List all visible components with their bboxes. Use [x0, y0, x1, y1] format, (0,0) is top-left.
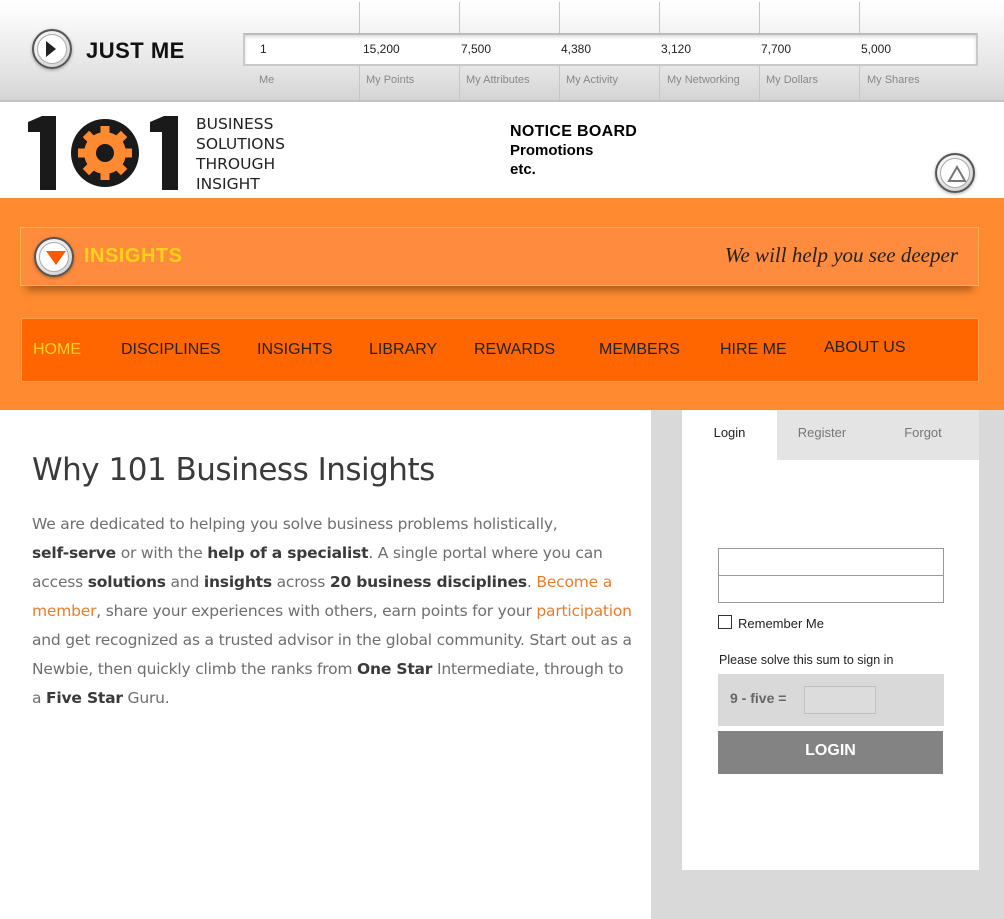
- text: across: [271, 573, 330, 591]
- nav-insights[interactable]: INSIGHTS: [257, 341, 333, 359]
- stat-shares-value: 5,000: [861, 42, 892, 56]
- triangle-down-icon: [46, 251, 66, 265]
- emphasis: Five Star: [46, 689, 123, 707]
- stat-me-label[interactable]: Me: [259, 74, 274, 86]
- login-card: Login Register Forgot Remember Me Please…: [682, 410, 979, 870]
- captcha-answer-input[interactable]: [804, 686, 876, 714]
- logo-band: BUSINESS SOLUTIONS THROUGH INSIGHT NOTIC…: [0, 104, 1004, 198]
- stat-divider: [659, 66, 660, 100]
- stat-points-label[interactable]: My Points: [366, 74, 414, 86]
- tab-login[interactable]: Login: [682, 410, 777, 460]
- play-icon: [46, 41, 56, 57]
- text: , share your experiences with others, ea…: [96, 602, 537, 620]
- username-field[interactable]: [718, 548, 944, 576]
- stats-header: JUST ME 1 15,200 7,500 4,380 3,120 7,700…: [0, 0, 1004, 102]
- stat-me-value: 1: [260, 42, 267, 56]
- logo-101[interactable]: [28, 116, 182, 190]
- stat-dollars-value: 7,700: [761, 42, 792, 56]
- emphasis: help of a specialist: [207, 544, 369, 562]
- stat-shares-label[interactable]: My Shares: [867, 74, 920, 86]
- nav-library[interactable]: LIBRARY: [369, 341, 437, 359]
- stat-activity-label[interactable]: My Activity: [566, 74, 618, 86]
- stat-dollars-label[interactable]: My Dollars: [766, 74, 818, 86]
- text: .: [526, 573, 537, 591]
- stat-points-value: 15,200: [363, 42, 400, 56]
- notice-board-line: Promotions: [510, 142, 594, 159]
- captcha-box: 9 - five =: [718, 674, 944, 726]
- notice-board-line: etc.: [510, 161, 536, 178]
- stat-attributes-value: 7,500: [461, 42, 492, 56]
- emphasis: insights: [203, 573, 272, 591]
- insights-tagline: We will help you see deeper: [724, 243, 958, 267]
- insights-bar: INSIGHTS We will help you see deeper: [20, 227, 979, 286]
- nav-about-us[interactable]: ABOUT US: [824, 339, 906, 357]
- stat-networking-label[interactable]: My Networking: [667, 74, 740, 86]
- password-field[interactable]: [718, 575, 944, 603]
- intro-paragraph: We are dedicated to helping you solve bu…: [32, 510, 632, 713]
- nav-rewards[interactable]: REWARDS: [474, 341, 555, 359]
- orange-banner: INSIGHTS We will help you see deeper HOM…: [0, 198, 1004, 410]
- tagline-line: THROUGH: [196, 155, 276, 173]
- text: We are dedicated to helping you solve bu…: [32, 515, 558, 533]
- login-button[interactable]: LOGIN: [718, 731, 943, 774]
- stat-divider: [359, 2, 360, 33]
- tab-register[interactable]: Register: [777, 410, 867, 460]
- text: and: [165, 573, 204, 591]
- main-nav: HOME DISCIPLINES INSIGHTS LIBRARY REWARD…: [21, 318, 979, 382]
- login-sidebar: Login Register Forgot Remember Me Please…: [651, 410, 1004, 919]
- stat-divider: [659, 2, 660, 33]
- stat-divider: [459, 66, 460, 100]
- insights-title: INSIGHTS: [84, 245, 183, 267]
- remember-me-row[interactable]: Remember Me: [718, 615, 824, 631]
- stat-divider: [559, 2, 560, 33]
- remember-me-checkbox[interactable]: [718, 615, 732, 629]
- notice-board-title: NOTICE BOARD: [510, 123, 638, 140]
- stat-divider: [359, 66, 360, 100]
- page-title: Why 101 Business Insights: [32, 452, 435, 488]
- nav-hire-me[interactable]: HIRE ME: [720, 341, 787, 359]
- participation-link[interactable]: participation: [536, 602, 632, 620]
- stat-activity-value: 4,380: [561, 42, 592, 56]
- just-me-title: JUST ME: [86, 38, 185, 63]
- stat-divider: [559, 66, 560, 100]
- text: or with the: [115, 544, 208, 562]
- tab-forgot[interactable]: Forgot: [867, 410, 979, 460]
- stat-networking-value: 3,120: [661, 42, 692, 56]
- stat-divider: [459, 2, 460, 33]
- nav-disciplines[interactable]: DISCIPLINES: [121, 341, 221, 359]
- text: Guru.: [122, 689, 170, 707]
- stat-divider: [859, 66, 860, 100]
- emphasis: 20 business disciplines: [329, 573, 527, 591]
- stat-divider: [759, 66, 760, 100]
- remember-me-label: Remember Me: [738, 616, 824, 631]
- tagline-line: INSIGHT: [196, 175, 260, 193]
- logo-tagline: BUSINESS SOLUTIONS THROUGH INSIGHT: [196, 114, 285, 194]
- nav-members[interactable]: MEMBERS: [599, 341, 680, 359]
- stat-divider: [759, 2, 760, 33]
- captcha-question: 9 - five =: [730, 690, 787, 706]
- captcha-prompt: Please solve this sum to sign in: [719, 653, 894, 667]
- stat-divider: [859, 2, 860, 33]
- emphasis: self-serve: [32, 544, 116, 562]
- just-me-toggle-button[interactable]: [32, 29, 72, 69]
- tagline-line: SOLUTIONS: [196, 135, 285, 153]
- tagline-line: BUSINESS: [196, 115, 274, 133]
- emphasis: One Star: [357, 660, 433, 678]
- triangle-up-icon: [947, 165, 967, 182]
- stat-attributes-label[interactable]: My Attributes: [466, 74, 530, 86]
- insights-dropdown-button[interactable]: [34, 237, 74, 277]
- emphasis: solutions: [87, 573, 166, 591]
- collapse-up-button[interactable]: [935, 153, 975, 193]
- nav-home[interactable]: HOME: [33, 341, 81, 359]
- notice-board: NOTICE BOARD Promotions etc.: [510, 123, 637, 179]
